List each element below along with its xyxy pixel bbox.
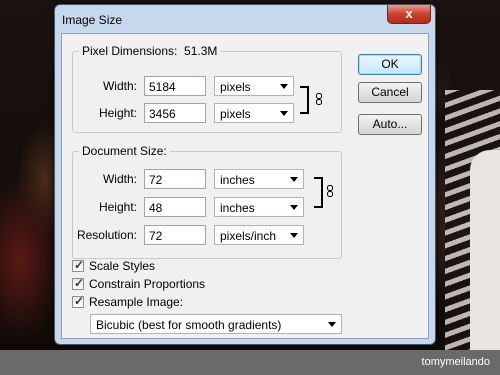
dialog-title: Image Size [62, 13, 123, 27]
doc-width-unit-value: inches [220, 173, 255, 187]
pixel-height-unit-select[interactable]: pixels [214, 103, 294, 123]
cancel-button[interactable]: Cancel [358, 82, 422, 103]
resample-method-value: Bicubic (best for smooth gradients) [96, 318, 282, 332]
scale-styles-checkbox[interactable]: ✓ [72, 258, 85, 272]
pixel-width-label: Width: [102, 79, 137, 93]
pixel-link-bracket [300, 86, 309, 114]
doc-height-input[interactable]: 48 [144, 197, 206, 217]
pixel-width-unit-value: pixels [220, 80, 251, 94]
resample-image-checkbox[interactable]: ✓ [72, 294, 85, 308]
background-shirt [470, 150, 500, 350]
image-size-dialog: Image Size x Pixel Dimensions: 51.3M Wid… [54, 4, 436, 345]
resolution-label: Resolution: [76, 228, 137, 242]
resolution-unit-value: pixels/inch [220, 229, 277, 243]
pixel-height-unit-value: pixels [220, 107, 251, 121]
constrain-proportions-checkbox[interactable]: ✓ [72, 276, 85, 290]
doc-height-unit-value: inches [220, 201, 255, 215]
scale-styles-label: Scale Styles [89, 259, 156, 273]
checkmark-icon: ✓ [74, 276, 85, 290]
photo-credit: tomymeilando [421, 356, 490, 368]
chevron-down-icon [280, 111, 288, 116]
chain-link-icon [327, 185, 333, 197]
doc-height-unit-select[interactable]: inches [214, 197, 304, 217]
pixel-width-input[interactable]: 5184 [144, 76, 206, 96]
pixel-dimensions-size: 51.3M [184, 44, 218, 58]
pixel-height-input[interactable]: 3456 [144, 103, 206, 123]
document-link-bracket [314, 177, 323, 208]
chevron-down-icon [328, 322, 336, 327]
chevron-down-icon [290, 205, 298, 210]
footer-bar: tomymeilando [0, 350, 500, 375]
title-bar[interactable]: Image Size x [55, 5, 435, 33]
chevron-down-icon [290, 177, 298, 182]
doc-height-label: Height: [98, 200, 137, 214]
resample-method-select[interactable]: Bicubic (best for smooth gradients) [90, 314, 342, 334]
ok-button[interactable]: OK [358, 54, 422, 75]
resolution-input[interactable]: 72 [144, 225, 206, 245]
checkmark-icon: ✓ [74, 258, 85, 272]
close-icon: x [405, 6, 413, 21]
checkmark-icon: ✓ [74, 294, 85, 308]
doc-width-label: Width: [102, 172, 137, 186]
chain-link-icon [316, 93, 322, 105]
pixel-dimensions-heading: Pixel Dimensions: 51.3M [79, 44, 221, 58]
document-size-heading: Document Size: [79, 144, 170, 158]
chevron-down-icon [280, 84, 288, 89]
auto-button[interactable]: Auto... [358, 114, 422, 135]
resample-image-label: Resample Image: [89, 295, 184, 309]
constrain-proportions-label: Constrain Proportions [89, 277, 206, 291]
chevron-down-icon [290, 233, 298, 238]
close-button[interactable]: x [387, 5, 431, 24]
pixel-height-label: Height: [98, 106, 137, 120]
dialog-body: Pixel Dimensions: 51.3M Width: 5184 pixe… [61, 33, 429, 339]
pixel-width-unit-select[interactable]: pixels [214, 76, 294, 96]
doc-width-input[interactable]: 72 [144, 169, 206, 189]
doc-width-unit-select[interactable]: inches [214, 169, 304, 189]
resolution-unit-select[interactable]: pixels/inch [214, 225, 304, 245]
